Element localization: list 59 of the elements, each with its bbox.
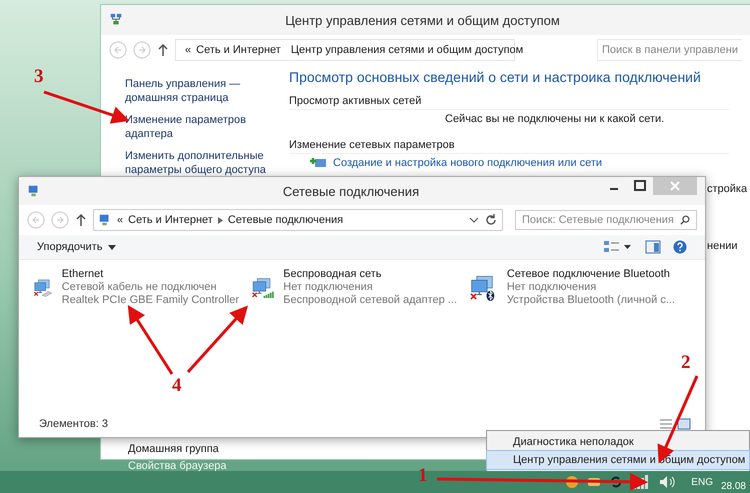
- breadcrumb-item[interactable]: Центр управления сетями и общим доступом: [290, 44, 524, 56]
- window-title: Сетевые подключения: [282, 184, 420, 198]
- text: стройка: [707, 183, 748, 195]
- sidebar-link[interactable]: Изменение параметров адаптера: [125, 113, 279, 141]
- adapter-name: Беспроводной сетевой адаптер ...: [283, 294, 457, 306]
- section-title: Просмотр активных сетей: [289, 95, 729, 110]
- annotation-number: 3: [34, 66, 44, 88]
- section-title: Изменение сетевых параметров: [289, 139, 729, 154]
- adapter-name: Realtek PCIe GBE Family Controller: [62, 294, 239, 306]
- sync-icon[interactable]: [609, 475, 624, 489]
- connection-name: Беспроводная сеть: [283, 268, 383, 280]
- network-add-icon: [309, 156, 327, 170]
- connection-status: Сетевой кабель не подключен: [62, 281, 218, 293]
- annotation-number: 2: [681, 352, 690, 374]
- help-icon[interactable]: [673, 240, 687, 254]
- caret-icon: [108, 244, 116, 250]
- link[interactable]: Создание и настройка нового подключения или сети: [333, 157, 602, 169]
- network-icon: [109, 13, 123, 27]
- status-text: Элементов: 3: [39, 418, 108, 430]
- annotation-arrow: [128, 304, 174, 375]
- view-options-icon[interactable]: [603, 240, 633, 254]
- annotation-arrow: [186, 306, 248, 373]
- status-text: Сейчас вы не подключены ни к какой сети.: [445, 113, 666, 125]
- menu-item[interactable]: Диагностика неполадок: [487, 433, 749, 451]
- tiles-view-icon[interactable]: [677, 418, 691, 430]
- up-arrow-icon[interactable]: [157, 43, 169, 57]
- up-arrow-icon[interactable]: [75, 213, 87, 227]
- sidebar-link[interactable]: Панель управления — домашняя страница: [125, 77, 279, 105]
- language-indicator[interactable]: ENG: [691, 476, 713, 488]
- refresh-icon[interactable]: [484, 213, 498, 227]
- breadcrumb-prefix: «: [117, 214, 124, 226]
- annotation-number: 1: [418, 465, 428, 487]
- connection-name: Сетевое подключение Bluetooth: [506, 268, 671, 280]
- organize-button[interactable]: Упорядочить: [31, 238, 122, 256]
- connection-status: Нет подключения: [506, 281, 598, 293]
- preview-pane-icon[interactable]: [645, 240, 661, 254]
- breadcrumb-item[interactable]: Сеть и Интернет: [128, 214, 213, 226]
- page-heading: Просмотр основных сведений о сети и настроика подключений: [289, 69, 702, 85]
- speaker-icon[interactable]: [659, 475, 678, 489]
- text: нении: [707, 240, 738, 252]
- sidebar-link[interactable]: Изменить дополнительные параметры общего доступа: [125, 149, 279, 177]
- search-icon: [680, 214, 690, 226]
- annotation-number: 4: [172, 375, 182, 397]
- tray-icon[interactable]: [565, 475, 580, 489]
- connection-status: Нет подключения: [283, 281, 374, 293]
- connection-name: Ethernet: [62, 268, 104, 280]
- breadcrumb-item[interactable]: Сеть и Интернет: [196, 44, 281, 56]
- window-title: Центр управления сетями и общим доступом: [284, 12, 561, 28]
- adapter-name: Устройства Bluetooth (личной с...: [506, 294, 675, 306]
- clock-date[interactable]: 28.08: [720, 481, 746, 492]
- address-bar[interactable]: « Сеть и Интернет Сетевые подключения: [93, 209, 503, 231]
- breadcrumb-prefix: «: [185, 44, 192, 56]
- search-field[interactable]: Поиск: Сетевые подключения: [515, 210, 697, 230]
- details-view-icon[interactable]: [659, 418, 673, 430]
- breadcrumb-item[interactable]: Сетевые подключения: [228, 214, 344, 226]
- chevron-icon: [218, 216, 223, 224]
- search-field[interactable]: Поиск в панели управлени: [597, 39, 742, 61]
- sidebar-link[interactable]: Домашняя группа: [128, 443, 219, 455]
- dropdown-caret-icon[interactable]: [469, 217, 479, 223]
